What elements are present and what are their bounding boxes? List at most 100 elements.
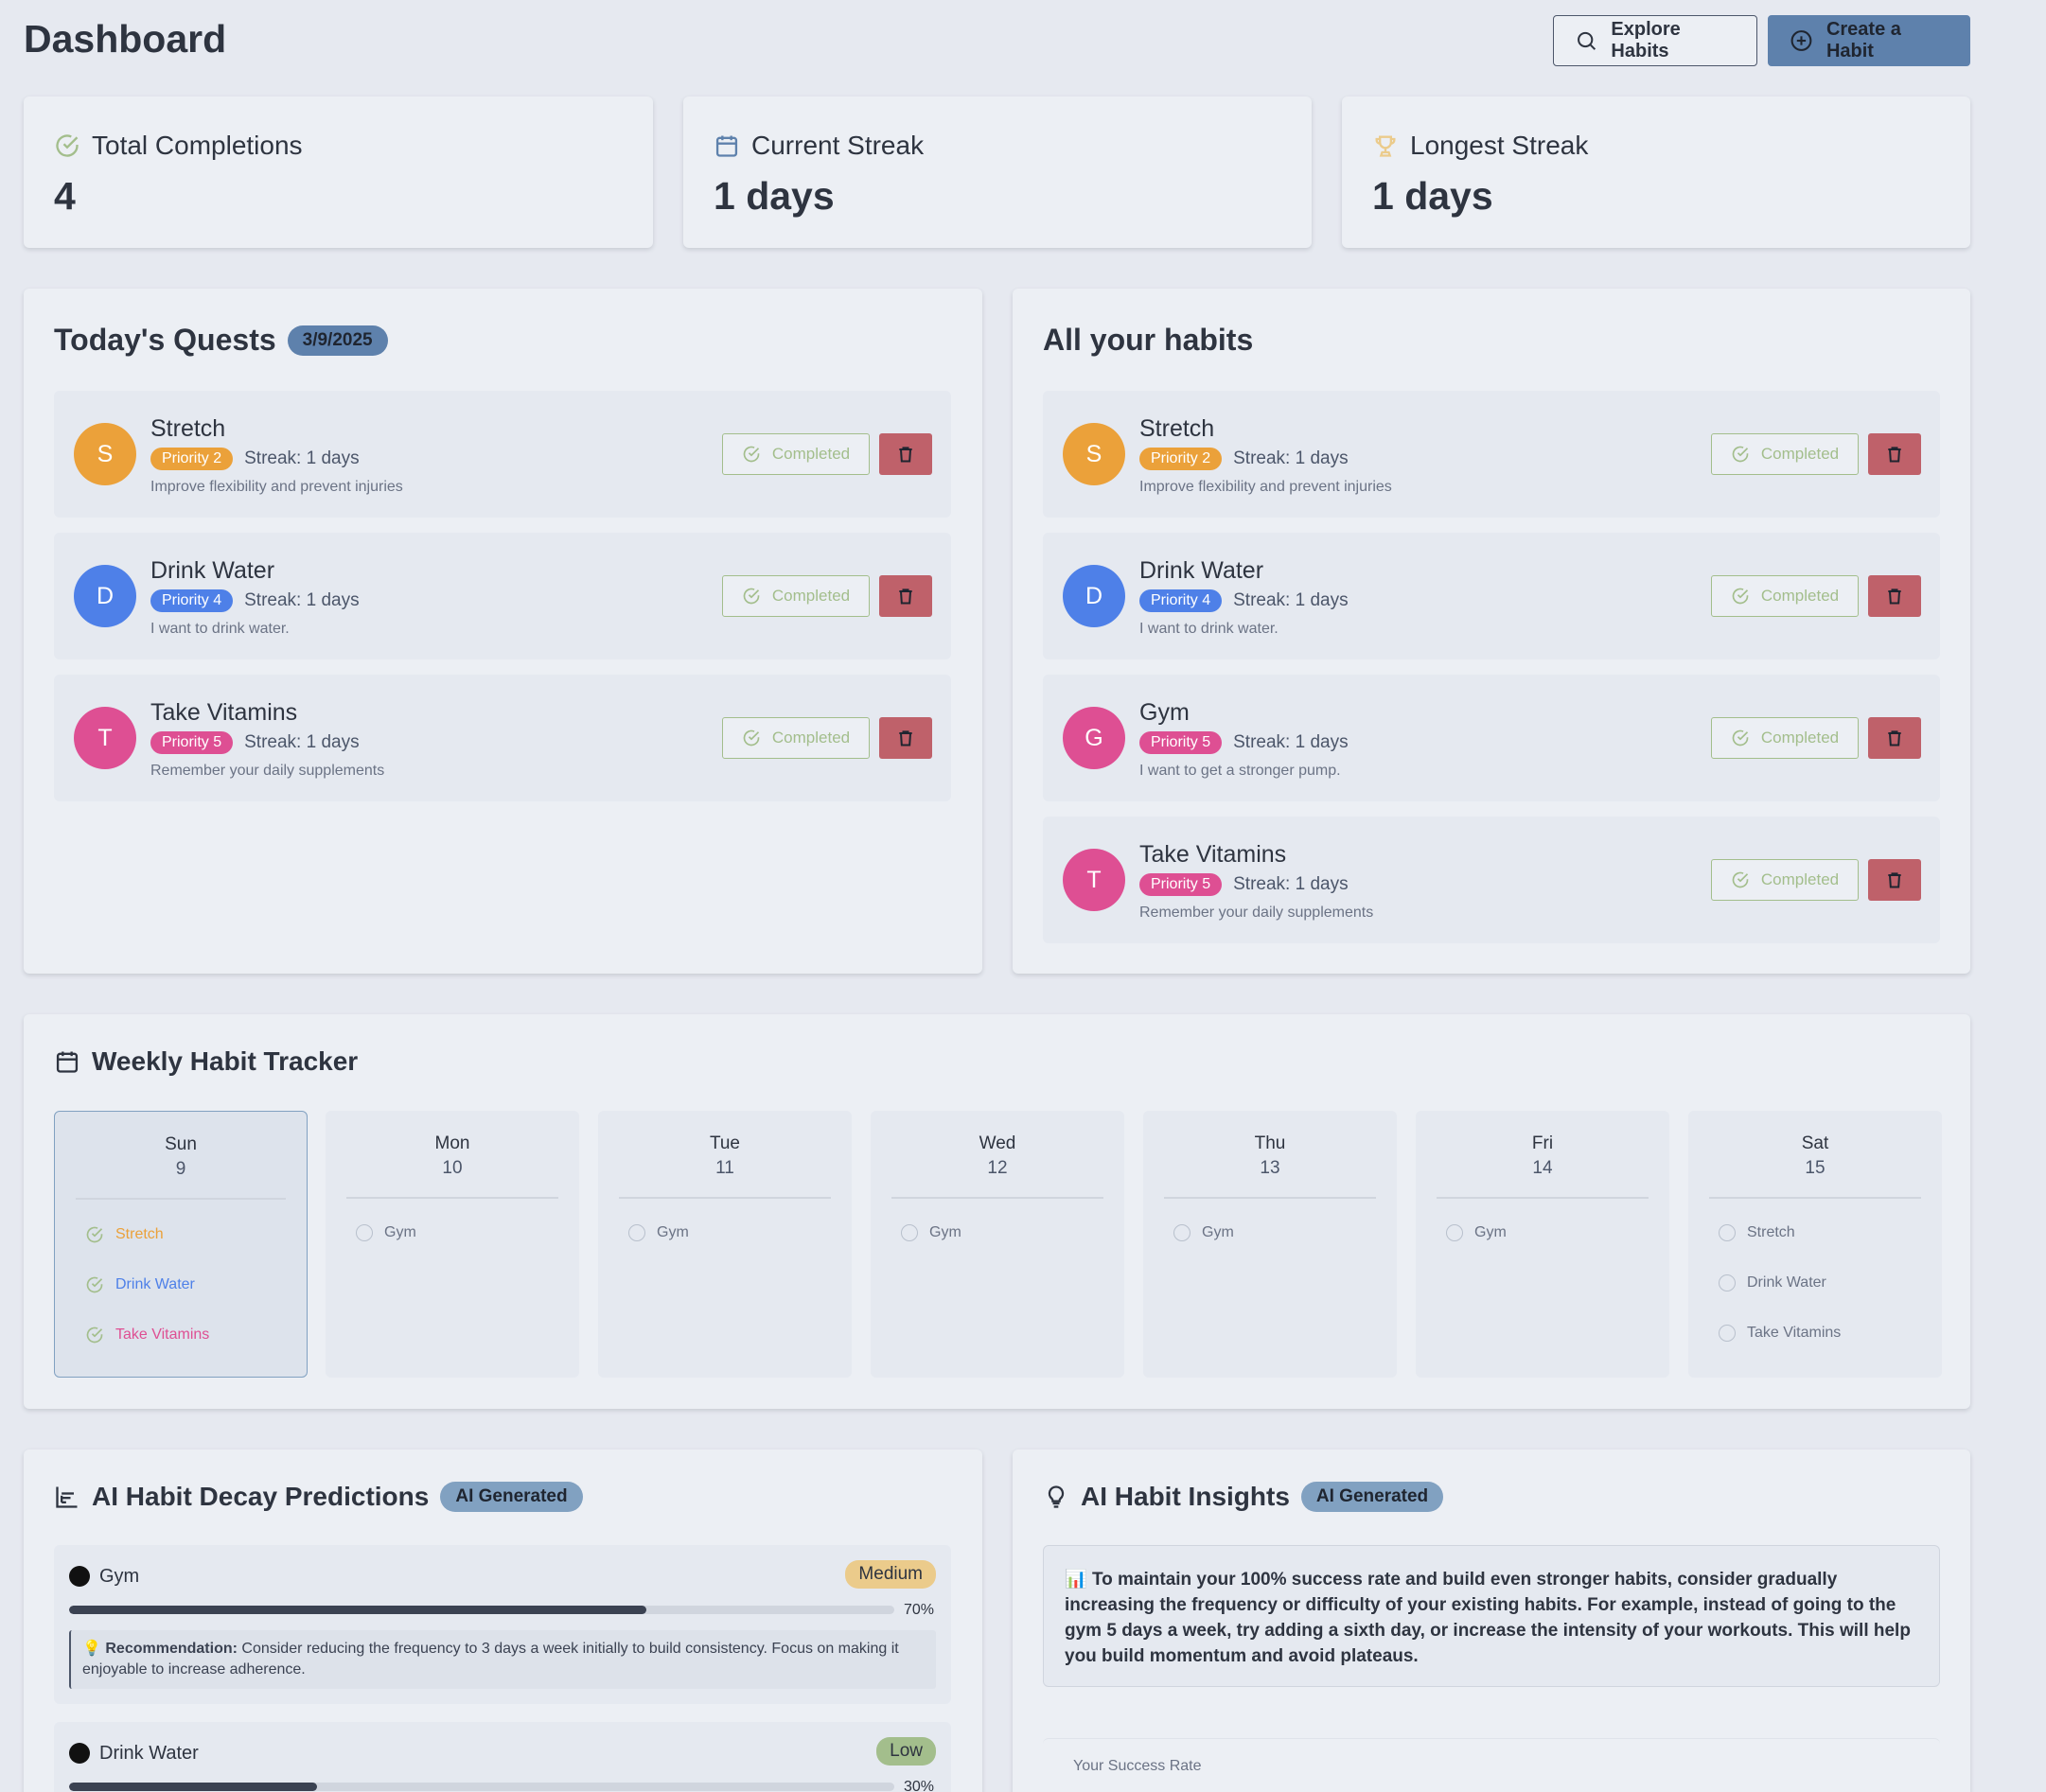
streak-text: Streak: 1 days (244, 448, 360, 468)
empty-circle-icon (1719, 1325, 1736, 1342)
day-habit-item[interactable]: Stretch (1719, 1224, 1795, 1241)
success-rate-card: Your Success Rate (1043, 1738, 1940, 1792)
date-badge: 3/9/2025 (287, 325, 388, 356)
priority-badge: Priority 2 (150, 448, 234, 470)
completed-button[interactable]: Completed (1711, 433, 1859, 475)
priority-badge: Priority 4 (1139, 589, 1223, 612)
trash-icon (1888, 589, 1901, 605)
habit-row: G Gym Priority 5 Streak: 1 days I want t… (1043, 675, 1940, 801)
trash-icon (1888, 447, 1901, 463)
bar-chart-icon (56, 1486, 78, 1508)
decay-title: AI Habit Decay Predictions (92, 1482, 430, 1511)
day-habit-item[interactable]: Gym (356, 1224, 416, 1241)
day-habit-item[interactable]: Gym (901, 1224, 961, 1241)
decay-progress-fill (69, 1783, 317, 1791)
day-habit-label: Take Vitamins (115, 1326, 210, 1343)
delete-button[interactable] (879, 575, 932, 617)
habit-row: T Take Vitamins Priority 5 Streak: 1 day… (1043, 817, 1940, 943)
streak-text: Streak: 1 days (1233, 732, 1349, 752)
create-habit-label: Create a Habit (1826, 19, 1901, 61)
completed-button[interactable]: Completed (722, 717, 870, 759)
all-habits-panel: All your habits S Stretch Priority 2 Str… (1013, 289, 1970, 974)
habit-name: Gym (1139, 699, 1190, 726)
delete-button[interactable] (1868, 859, 1921, 901)
explore-habits-label: Explore Habits (1611, 19, 1681, 61)
day-column-fri: Fri 14 Gym (1416, 1111, 1669, 1378)
decay-habit-name: Drink Water (99, 1743, 199, 1764)
check-circle-icon (86, 1326, 103, 1344)
completed-button[interactable]: Completed (722, 575, 870, 617)
chart-emoji-icon: 📊 (1065, 1570, 1087, 1590)
check-circle-icon (1732, 871, 1749, 888)
divider (76, 1198, 286, 1200)
empty-circle-icon (901, 1224, 918, 1241)
recommendation-label: Recommendation: (105, 1641, 238, 1657)
delete-button[interactable] (1868, 433, 1921, 475)
avatar: D (74, 565, 136, 627)
trophy-icon (1375, 135, 1396, 157)
day-habit-item[interactable]: Gym (1446, 1224, 1507, 1241)
day-habit-label: Gym (1474, 1224, 1507, 1240)
divider (1709, 1197, 1921, 1199)
delete-button[interactable] (879, 717, 932, 759)
completed-button[interactable]: Completed (1711, 717, 1859, 759)
insight-text: To maintain your 100% success rate and b… (1065, 1570, 1911, 1666)
calendar-icon (715, 135, 738, 157)
day-habit-item[interactable]: Take Vitamins (85, 1326, 209, 1344)
completed-label: Completed (1760, 729, 1840, 747)
day-name: Sun (165, 1134, 197, 1154)
completed-button[interactable]: Completed (1711, 859, 1859, 901)
ai-insights-panel: AI Habit Insights AI Generated 📊 To main… (1013, 1449, 1970, 1792)
divider (619, 1197, 831, 1199)
avatar: T (1063, 849, 1125, 911)
completed-button[interactable]: Completed (1711, 575, 1859, 617)
plus-circle-icon (1790, 30, 1812, 51)
decay-habit-name: Gym (99, 1566, 140, 1587)
check-circle-icon (86, 1226, 103, 1243)
habit-row: D Drink Water Priority 4 Streak: 1 days … (1043, 533, 1940, 659)
decay-progress-fill (69, 1606, 647, 1614)
habit-description: Remember your daily supplements (150, 763, 385, 779)
habit-description: Improve flexibility and prevent injuries (150, 479, 403, 495)
day-habit-item[interactable]: Drink Water (1719, 1274, 1826, 1291)
day-habit-label: Drink Water (1747, 1274, 1826, 1291)
stat-label: Current Streak (751, 131, 925, 160)
check-circle-icon (86, 1276, 103, 1293)
completed-button[interactable]: Completed (722, 433, 870, 475)
check-circle-icon (56, 134, 79, 157)
day-column-mon: Mon 10 Gym (326, 1111, 579, 1378)
delete-button[interactable] (1868, 717, 1921, 759)
day-number: 13 (1260, 1158, 1280, 1178)
decay-progress-bar (69, 1783, 894, 1791)
status-dot (69, 1743, 90, 1764)
priority-badge: Priority 4 (150, 589, 234, 612)
check-circle-icon (1732, 729, 1749, 747)
day-habit-item[interactable]: Stretch (85, 1225, 164, 1244)
habit-description: Remember your daily supplements (1139, 905, 1374, 921)
stat-label: Longest Streak (1410, 131, 1589, 160)
day-habit-label: Stretch (1747, 1224, 1795, 1240)
create-habit-button[interactable]: Create a Habit (1768, 15, 1970, 66)
day-number: 9 (175, 1159, 186, 1179)
habit-name: Stretch (150, 415, 226, 442)
completed-label: Completed (1760, 445, 1840, 463)
decay-percent: 70% (904, 1602, 935, 1618)
trash-icon (899, 447, 912, 463)
empty-circle-icon (628, 1224, 645, 1241)
stat-value: 1 days (1372, 174, 1493, 218)
explore-habits-button[interactable]: Explore Habits (1553, 15, 1757, 66)
trash-icon (1888, 872, 1901, 888)
delete-button[interactable] (879, 433, 932, 475)
divider (1437, 1197, 1649, 1199)
stat-label: Total Completions (92, 131, 303, 160)
day-habit-item[interactable]: Drink Water (85, 1275, 195, 1294)
check-circle-icon (743, 446, 760, 463)
delete-button[interactable] (1868, 575, 1921, 617)
streak-text: Streak: 1 days (244, 732, 360, 752)
day-habit-item[interactable]: Gym (628, 1224, 689, 1241)
day-habit-item[interactable]: Take Vitamins (1719, 1325, 1841, 1342)
status-dot (69, 1566, 90, 1587)
day-habit-item[interactable]: Gym (1173, 1224, 1234, 1241)
habit-description: I want to drink water. (150, 621, 290, 637)
streak-text: Streak: 1 days (1233, 874, 1349, 894)
